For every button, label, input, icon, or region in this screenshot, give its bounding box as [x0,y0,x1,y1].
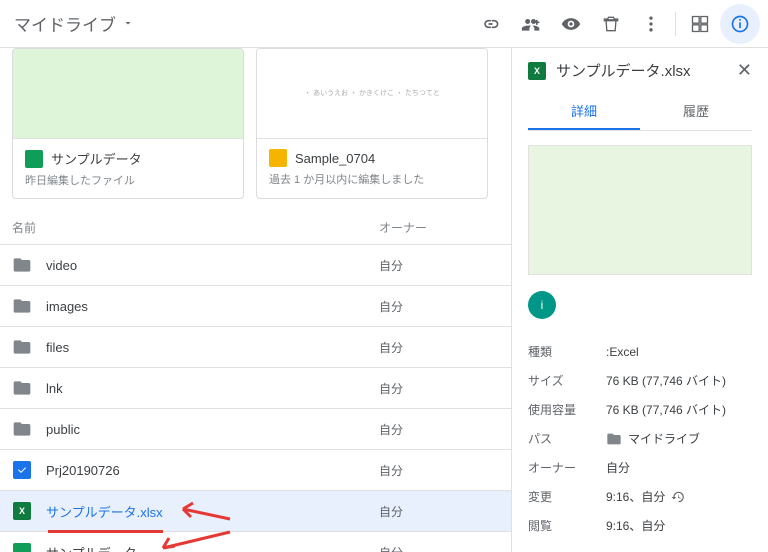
more-button[interactable] [631,4,671,44]
meta-modified-label: 変更 [528,488,606,505]
suggestion-card[interactable]: サンプルデータ 昨日編集したファイル [12,48,244,199]
folder-icon [12,419,32,439]
meta-type-value: :Excel [606,343,639,360]
detail-preview [528,145,752,275]
close-icon[interactable]: ✕ [737,60,752,81]
detail-meta: 種類:Excel サイズ76 KB (77,746 バイト) 使用容量76 KB… [528,337,752,540]
meta-viewed-value: 9:16、自分 [606,517,665,534]
xlsx-icon: X [12,501,32,521]
folder-icon [606,431,622,447]
folder-icon [12,255,32,275]
file-owner: 自分 [379,544,499,552]
meta-used-value: 76 KB (77,746 バイト) [606,401,726,418]
file-row[interactable]: Prj20190726 自分 [0,450,511,491]
file-owner: 自分 [379,257,499,274]
file-owner: 自分 [379,421,499,438]
meta-type-label: 種類 [528,343,606,360]
meta-path-value: マイドライブ [606,430,700,447]
grid-view-button[interactable] [680,4,720,44]
folder-icon [12,378,32,398]
breadcrumb[interactable]: マイドライブ [8,11,134,36]
list-header: 名前 オーナー [0,211,511,245]
file-owner: 自分 [379,298,499,315]
file-name: lnk [46,381,63,396]
share-button[interactable] [511,4,551,44]
folder-icon [12,296,32,316]
file-name: Prj20190726 [46,463,120,478]
folder-icon [12,337,32,357]
file-row[interactable]: files 自分 [0,327,511,368]
tab-detail[interactable]: 詳細 [528,93,640,130]
xlsx-icon: X [528,62,546,80]
meta-used-label: 使用容量 [528,401,606,418]
file-owner: 自分 [379,339,499,356]
suggestion-cards: サンプルデータ 昨日編集したファイル ・ あいうえお ・ かきくけこ ・ たちつ… [0,48,511,211]
card-subtitle: 過去 1 か月以内に編集しました [269,171,475,187]
slides-icon [269,149,287,167]
file-owner: 自分 [379,462,499,479]
annotation-arrow-icon [175,497,235,527]
file-list: video自分images自分files自分lnk自分public自分Prj20… [0,245,511,552]
card-title: サンプルデータ [51,149,142,168]
card-thumbnail: ・ あいうえお ・ かきくけこ ・ たちつてと [257,49,487,139]
sheets-icon [25,150,43,168]
card-title: Sample_0704 [295,151,375,166]
file-name: images [46,299,88,314]
chevron-down-icon [122,14,134,34]
file-row[interactable]: video 自分 [0,245,511,286]
file-row[interactable]: X サンプルデータ.xlsx 自分 [0,491,511,532]
file-name: files [46,340,69,355]
meta-owner-value: 自分 [606,459,630,476]
toolbar: マイドライブ [0,0,768,48]
details-panel: X サンプルデータ.xlsx ✕ 詳細 履歴 i 種類:Excel サイズ76 … [512,48,768,552]
file-name: video [46,258,77,273]
suggestion-card[interactable]: ・ あいうえお ・ かきくけこ ・ たちつてと Sample_0704 過去 1… [256,48,488,199]
file-owner: 自分 [379,380,499,397]
file-row[interactable]: サンプルデータ 自分 [0,532,511,552]
sheets-icon [12,542,32,552]
trash-button[interactable] [591,4,631,44]
divider [675,12,676,36]
file-name: サンプルデータ.xlsx [46,502,163,521]
history-icon [671,490,685,504]
file-row[interactable]: images 自分 [0,286,511,327]
blue-icon [12,460,32,480]
file-area: サンプルデータ 昨日編集したファイル ・ あいうえお ・ かきくけこ ・ たちつ… [0,48,512,552]
meta-path-label: パス [528,430,606,447]
file-owner: 自分 [379,503,499,520]
col-owner[interactable]: オーナー [379,219,499,236]
file-row[interactable]: public 自分 [0,409,511,450]
info-chip[interactable]: i [528,291,556,319]
meta-owner-label: オーナー [528,459,606,476]
breadcrumb-title: マイドライブ [14,11,116,36]
preview-button[interactable] [551,4,591,44]
meta-size-value: 76 KB (77,746 バイト) [606,372,726,389]
detail-title: サンプルデータ.xlsx [556,60,727,81]
tab-history[interactable]: 履歴 [640,93,752,130]
info-button[interactable] [720,4,760,44]
meta-size-label: サイズ [528,372,606,389]
annotation-arrow-icon [155,530,235,552]
card-subtitle: 昨日編集したファイル [25,172,231,188]
main: サンプルデータ 昨日編集したファイル ・ あいうえお ・ かきくけこ ・ たちつ… [0,48,768,552]
col-name[interactable]: 名前 [12,219,379,236]
card-thumbnail [13,49,243,139]
file-name: public [46,422,80,437]
file-row[interactable]: lnk 自分 [0,368,511,409]
meta-modified-value: 9:16、自分 [606,488,685,505]
detail-tabs: 詳細 履歴 [528,93,752,131]
get-link-button[interactable] [471,4,511,44]
file-name: サンプルデータ [46,543,137,552]
meta-viewed-label: 閲覧 [528,517,606,534]
